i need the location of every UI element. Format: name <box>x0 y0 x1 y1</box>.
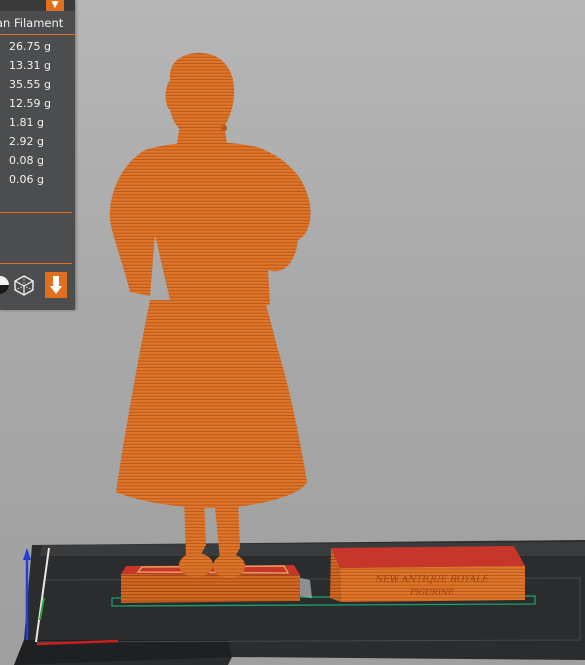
3d-viewport[interactable]: NEW ANTIQUE ROYALE FIGURINE <box>0 0 585 665</box>
filament-weight-7: 0.08 g <box>9 154 44 167</box>
divider <box>0 263 72 264</box>
filament-weight-2: 13.31 g <box>9 59 51 72</box>
view-toolbar <box>0 272 75 300</box>
filament-weight-8: 0.06 g <box>9 173 44 186</box>
dropdown-toggle-button[interactable]: ▼ <box>46 0 64 11</box>
cube-view-icon <box>14 275 34 296</box>
scene-canvas[interactable]: NEW ANTIQUE ROYALE FIGURINE <box>0 0 585 665</box>
material-usage-panel: ▼ an Filament 26.75 g 13.31 g 35.55 g 12… <box>0 0 76 310</box>
base-plinth-right[interactable]: NEW ANTIQUE ROYALE FIGURINE <box>330 546 525 602</box>
sphere-view-button[interactable] <box>0 272 12 298</box>
filament-weight-4: 12.59 g <box>9 97 51 110</box>
filament-weight-1: 26.75 g <box>9 40 51 53</box>
filament-weight-3: 35.55 g <box>9 78 51 91</box>
cube-view-button[interactable] <box>12 272 36 298</box>
filament-weight-5: 1.81 g <box>9 116 44 129</box>
sphere-view-icon <box>0 276 9 294</box>
filament-weight-6: 2.92 g <box>9 135 44 148</box>
down-arrow-icon <box>50 276 62 294</box>
divider <box>0 212 72 213</box>
figurine-woman[interactable] <box>109 52 311 578</box>
layer-down-button[interactable] <box>45 272 67 298</box>
svg-text:FIGURINE: FIGURINE <box>409 588 454 597</box>
filament-column-header: an Filament <box>0 14 76 35</box>
svg-text:NEW ANTIQUE ROYALE: NEW ANTIQUE ROYALE <box>374 575 489 585</box>
chevron-down-icon: ▼ <box>51 0 59 10</box>
